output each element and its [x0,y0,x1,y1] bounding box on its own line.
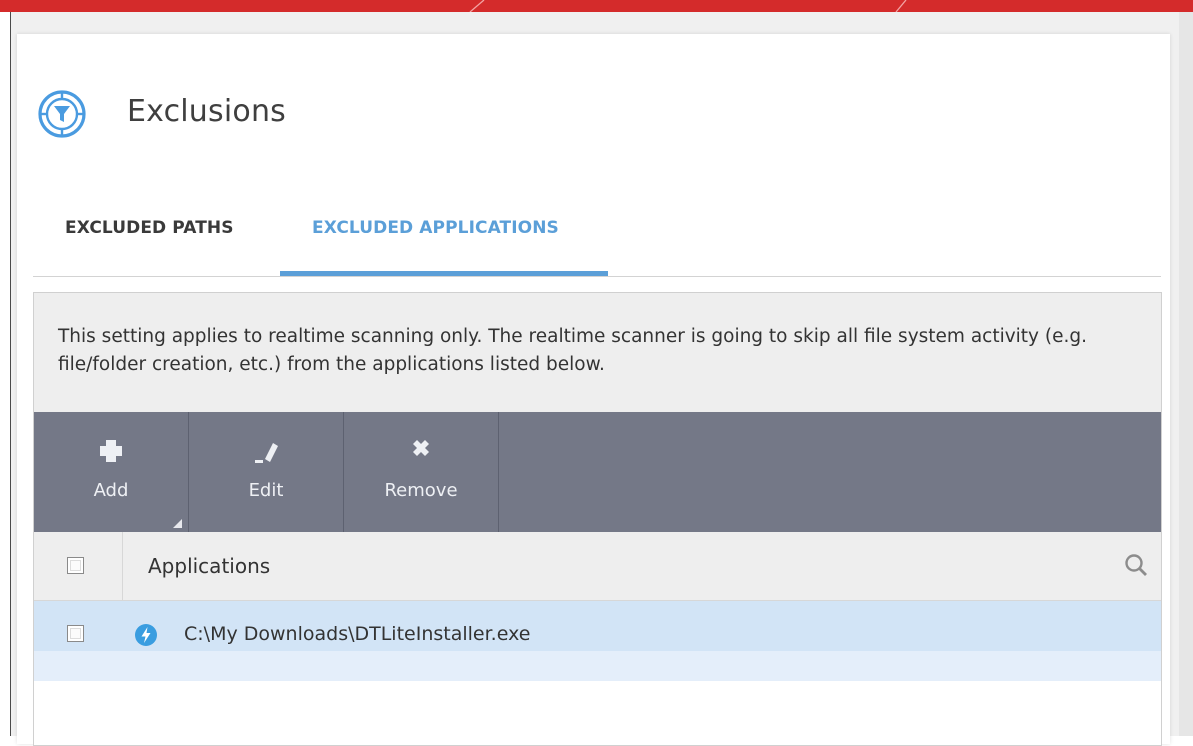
add-label: Add [93,480,129,501]
exclusions-card: Exclusions EXCLUDED PATHS EXCLUDED APPLI… [17,34,1170,746]
tab-excluded-applications[interactable]: EXCLUDED APPLICATIONS [312,218,559,238]
select-all-checkbox[interactable] [67,557,84,574]
settings-panel: Exclusions EXCLUDED PATHS EXCLUDED APPLI… [11,12,1179,746]
daemon-tools-icon [135,624,157,646]
plus-icon [100,440,122,462]
add-dropdown-indicator [173,519,182,528]
window-scroll-gutter [1179,12,1193,736]
add-button[interactable]: Add [34,412,189,532]
title-bar [0,0,1193,12]
table-header: Applications [34,532,1161,601]
tab-excluded-paths[interactable]: EXCLUDED PATHS [65,218,234,238]
toolbar: Add Edit Remove [34,412,1161,532]
active-tab-indicator [280,271,608,276]
title-bar-decoration [469,0,907,12]
info-banner: This setting applies to realtime scannin… [34,293,1161,412]
info-text: This setting applies to realtime scannin… [58,326,1087,375]
application-path: C:\My Downloads\DTLiteInstaller.exe [184,623,531,645]
applications-column-header[interactable]: Applications [148,554,270,578]
applications-panel: This setting applies to realtime scannin… [33,292,1162,746]
search-icon[interactable] [1123,552,1149,578]
pencil-icon [255,443,278,463]
edit-label: Edit [248,480,284,501]
column-divider [122,532,123,600]
close-icon [413,440,429,456]
exclusions-filter-icon [38,90,86,138]
table-row[interactable]: C:\My Downloads\DTLiteInstaller.exe [34,601,1161,681]
edit-button[interactable]: Edit [189,412,344,532]
page-title: Exclusions [127,94,286,129]
tab-divider [33,276,1161,277]
remove-button[interactable]: Remove [344,412,499,532]
row-checkbox[interactable] [67,625,84,642]
window-border [0,12,11,736]
remove-label: Remove [384,480,458,501]
